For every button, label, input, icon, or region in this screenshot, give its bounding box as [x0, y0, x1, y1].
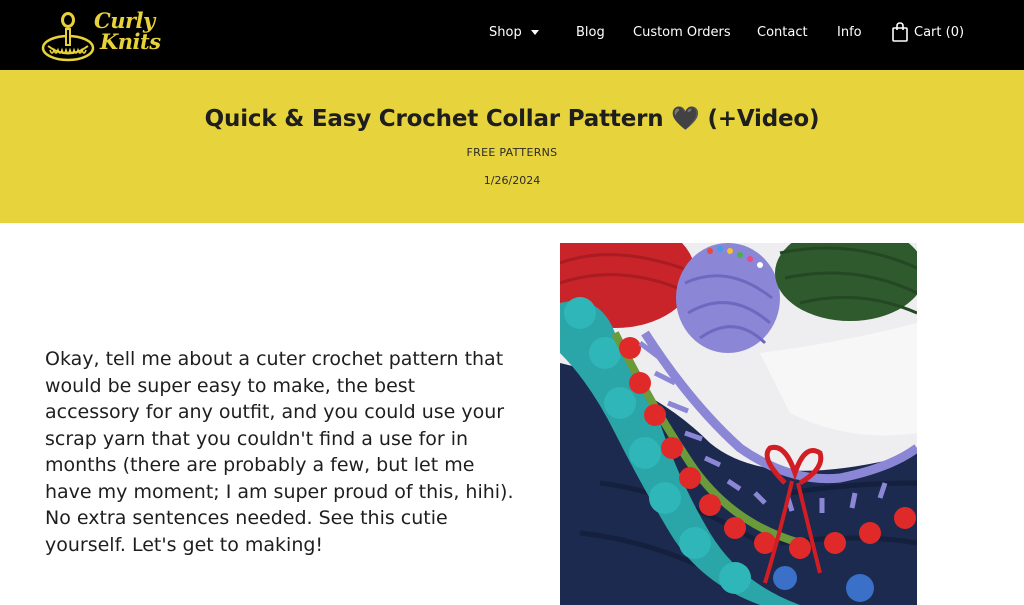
nav-item-blog[interactable]: Blog [576, 24, 605, 42]
nav-item-info[interactable]: Info [837, 24, 862, 42]
post-header-band: Quick & Easy Crochet Collar Pattern 🖤 (+… [0, 70, 1024, 223]
nav-item-contact[interactable]: Contact [757, 24, 808, 42]
main-nav: Shop Blog Custom Orders Contact Info Car… [0, 0, 1024, 70]
nav-item-custom-orders[interactable]: Custom Orders [633, 24, 731, 42]
cart-label: Cart (0) [914, 25, 965, 40]
post-title: Quick & Easy Crochet Collar Pattern 🖤 (+… [204, 106, 820, 132]
site-header: Curly Knits Shop Blog Custom Orders Cont… [0, 0, 1024, 70]
nav-item-shop[interactable]: Shop [489, 24, 522, 42]
post-date: 1/26/2024 [483, 174, 541, 187]
chevron-down-icon[interactable] [531, 30, 539, 35]
post-intro-paragraph: Okay, tell me about a cuter crochet patt… [45, 348, 514, 556]
post-category-link[interactable]: FREE PATTERNS [0, 146, 1024, 160]
post-featured-image [560, 243, 917, 605]
crochet-collar-photo [560, 243, 917, 605]
shopping-bag-icon [892, 22, 908, 42]
